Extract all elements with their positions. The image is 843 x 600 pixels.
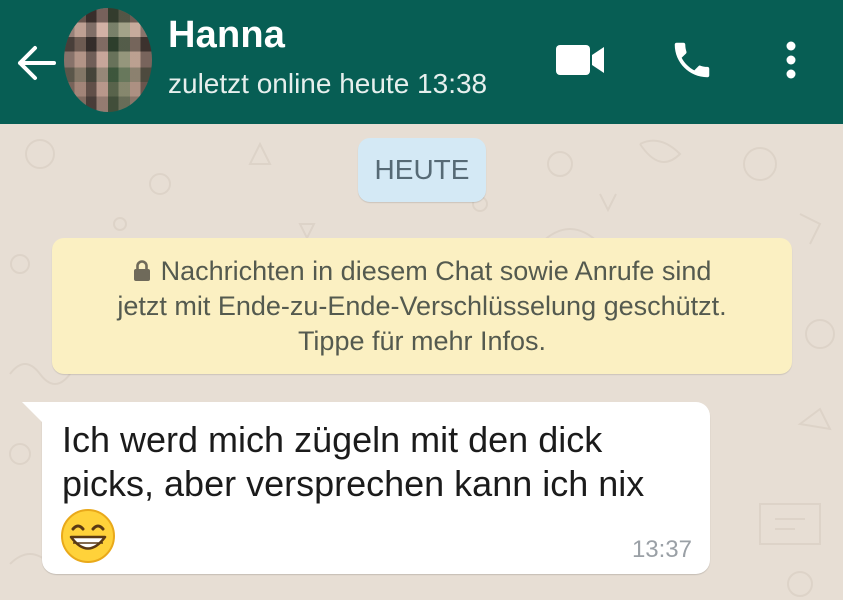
phone-icon[interactable] <box>666 34 718 86</box>
last-seen-status: zuletzt online heute 13:38 <box>168 68 488 99</box>
encryption-notice-line-3: Tippe für mehr Infos. <box>297 326 547 356</box>
chat-area[interactable]: HEUTE Nachrichten in diesem Chat sowie A… <box>0 124 843 600</box>
encryption-notice-text-1: Nachrichten in diesem Chat sowie Anrufe … <box>160 256 712 286</box>
avatar[interactable] <box>64 8 152 112</box>
encryption-notice-line-1: Nachrichten in diesem Chat sowie Anrufe … <box>52 254 792 289</box>
encryption-notice-line-2: jetzt mit Ende-zu-Ende-Verschlüsselung g… <box>117 291 727 321</box>
grinning-face-icon <box>61 509 115 563</box>
chat-header: Hanna zuletzt online heute 13:38 <box>0 0 843 124</box>
message-timestamp: 13:37 <box>631 536 692 563</box>
video-call-icon[interactable] <box>552 38 608 82</box>
more-options-icon[interactable] <box>776 36 806 84</box>
back-arrow-icon[interactable] <box>14 40 60 86</box>
message-text: Ich werd mich zügeln mit den dick picks,… <box>62 419 645 504</box>
contact-name[interactable]: Hanna <box>168 14 285 57</box>
date-separator: HEUTE <box>358 138 486 202</box>
encryption-notice[interactable]: Nachrichten in diesem Chat sowie Anrufe … <box>52 238 792 374</box>
lock-icon <box>133 260 150 281</box>
incoming-message-bubble[interactable]: Ich werd mich zügeln mit den dick picks,… <box>22 402 710 574</box>
